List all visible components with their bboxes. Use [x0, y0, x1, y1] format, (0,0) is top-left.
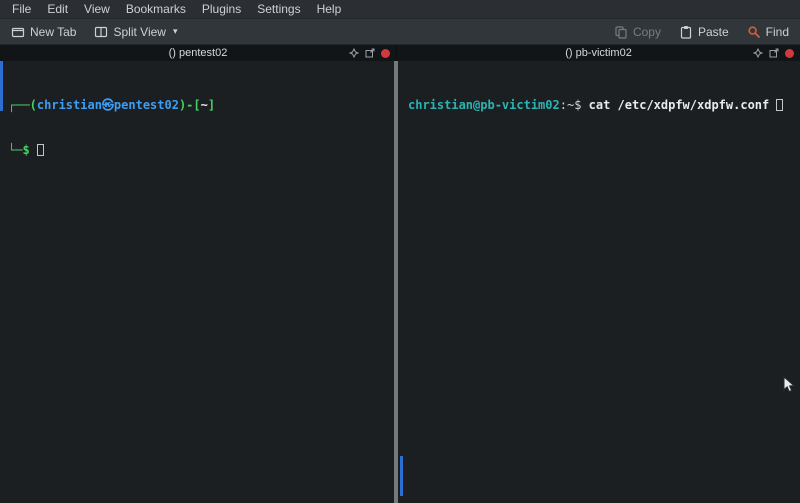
- find-button[interactable]: Find: [740, 21, 796, 42]
- prompt-frame-mid: )-[: [179, 98, 201, 112]
- terminal-pane-pentest02[interactable]: ┌──(christian㉿pentest02)-[~] └─$: [0, 61, 393, 503]
- pin-icon[interactable]: [349, 48, 359, 58]
- scroll-indicator-left: [0, 61, 3, 111]
- scroll-indicator-right: [400, 456, 403, 496]
- menu-view[interactable]: View: [76, 0, 118, 18]
- command-text: cat /etc/xdpfw/xdpfw.conf: [589, 98, 777, 112]
- pane-divider-scrollbar[interactable]: [393, 61, 399, 503]
- split-view-button[interactable]: Split View ▾: [87, 21, 184, 42]
- menu-file[interactable]: File: [4, 0, 39, 18]
- tab-controls-right: [753, 45, 794, 61]
- close-button[interactable]: [381, 49, 390, 58]
- detach-icon[interactable]: [365, 48, 375, 58]
- prompt-frame-open: ┌──(: [8, 98, 37, 112]
- tab-pentest02[interactable]: () pentest02: [0, 45, 397, 61]
- terminal-area: ┌──(christian㉿pentest02)-[~] └─$ christi…: [0, 61, 800, 503]
- terminal-cursor: [37, 144, 44, 156]
- prompt-user-host: christian㉿pentest02: [37, 98, 179, 112]
- find-icon: [747, 25, 761, 39]
- new-tab-label: New Tab: [30, 25, 76, 39]
- copy-button[interactable]: Copy: [607, 21, 668, 42]
- find-label: Find: [766, 25, 789, 39]
- prompt-user-host: christian@pb-victim02: [408, 98, 560, 112]
- split-view-icon: [94, 25, 108, 39]
- close-button[interactable]: [785, 49, 794, 58]
- terminal-cursor: [776, 99, 783, 111]
- split-view-label: Split View: [113, 25, 165, 39]
- paste-label: Paste: [698, 25, 729, 39]
- pin-icon[interactable]: [753, 48, 763, 58]
- terminal-line: └─$: [8, 143, 393, 158]
- paste-icon: [679, 25, 693, 39]
- tab-title-pb-victim02: () pb-victim02: [565, 45, 632, 61]
- menu-help[interactable]: Help: [309, 0, 350, 18]
- menu-settings[interactable]: Settings: [249, 0, 308, 18]
- tab-controls-left: [349, 45, 390, 61]
- detach-icon[interactable]: [769, 48, 779, 58]
- menu-bar: File Edit View Bookmarks Plugins Setting…: [0, 0, 800, 19]
- mouse-cursor: [783, 376, 796, 393]
- menu-edit[interactable]: Edit: [39, 0, 76, 18]
- prompt-path: ~: [201, 98, 208, 112]
- prompt-dollar: $: [574, 98, 588, 112]
- copy-label: Copy: [633, 25, 661, 39]
- new-tab-icon: [11, 25, 25, 39]
- chevron-down-icon: ▾: [173, 26, 178, 37]
- prompt-separator: :: [560, 98, 567, 112]
- menu-plugins[interactable]: Plugins: [194, 0, 249, 18]
- konsole-window: File Edit View Bookmarks Plugins Setting…: [0, 0, 800, 503]
- tab-bar: () pentest02 () pb-victim02: [0, 45, 800, 61]
- terminal-line: christian@pb-victim02:~$ cat /etc/xdpfw/…: [408, 98, 800, 113]
- tab-pb-victim02[interactable]: () pb-victim02: [397, 45, 800, 61]
- tab-title-pentest02: () pentest02: [169, 45, 228, 61]
- terminal-pane-pb-victim02[interactable]: christian@pb-victim02:~$ cat /etc/xdpfw/…: [400, 61, 800, 503]
- copy-icon: [614, 25, 628, 39]
- main-toolbar: New Tab Split View ▾ Copy Paste: [0, 19, 800, 45]
- new-tab-button[interactable]: New Tab: [4, 21, 83, 42]
- prompt-frame-close: ]: [208, 98, 215, 112]
- prompt-line2: └─$: [8, 143, 37, 157]
- menu-bookmarks[interactable]: Bookmarks: [118, 0, 194, 18]
- terminal-line: ┌──(christian㉿pentest02)-[~]: [8, 98, 393, 113]
- paste-button[interactable]: Paste: [672, 21, 736, 42]
